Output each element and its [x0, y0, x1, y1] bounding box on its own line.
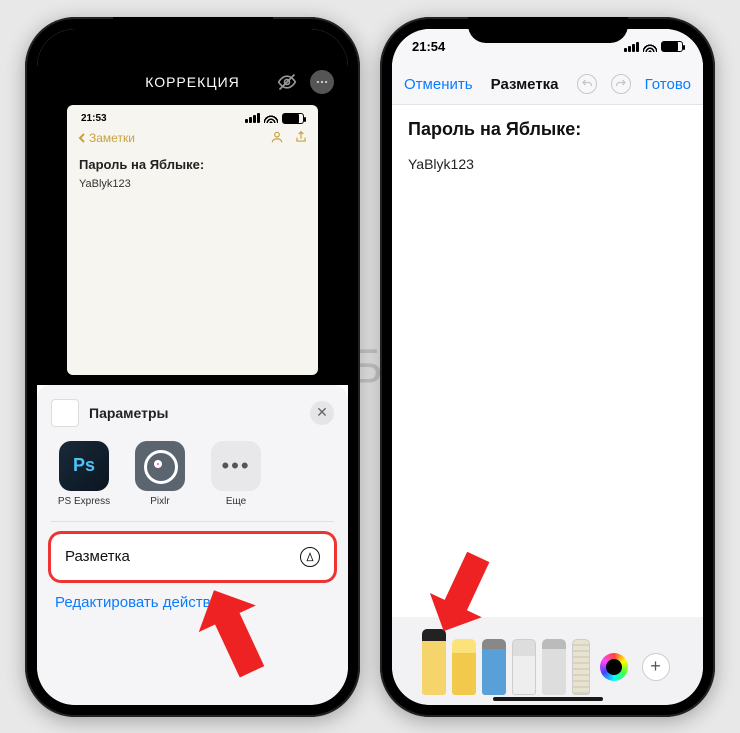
add-button[interactable]: +: [642, 653, 670, 681]
pen-tool[interactable]: [422, 629, 446, 695]
note-status-time: 21:53: [81, 113, 107, 124]
notch: [113, 17, 273, 43]
color-picker-button[interactable]: [600, 653, 628, 681]
redo-icon[interactable]: [611, 74, 631, 94]
markup-toolbar: +: [392, 617, 703, 705]
app-label: PS Express: [58, 496, 110, 507]
note-title: Пароль на Яблыке:: [79, 157, 306, 172]
home-indicator: [493, 697, 603, 701]
edit-header: КОРРЕКЦИЯ: [37, 65, 348, 99]
done-button[interactable]: Готово: [645, 76, 691, 93]
screen-left: КОРРЕКЦИЯ 21:53: [37, 29, 348, 705]
note-status-indicators: [245, 113, 304, 124]
eraser-tool[interactable]: [512, 639, 536, 695]
status-indicators: [324, 39, 328, 54]
pixlr-icon: [135, 441, 185, 491]
back-button[interactable]: Заметки: [77, 131, 135, 145]
more-icon[interactable]: [310, 70, 334, 94]
share-icon[interactable]: [294, 130, 308, 147]
markup-header: Отменить Разметка Готово: [392, 65, 703, 105]
note-body: YaBlyk123: [79, 178, 306, 190]
ruler-tool[interactable]: [572, 639, 590, 695]
page-title: КОРРЕКЦИЯ: [145, 74, 240, 90]
app-label: Pixlr: [150, 496, 169, 507]
note-preview: 21:53 Заметки: [67, 105, 318, 375]
status-time: [57, 39, 61, 54]
phone-left: КОРРЕКЦИЯ 21:53: [25, 17, 360, 717]
content-body: YaBlyk123: [408, 156, 687, 172]
sheet-title: Параметры: [89, 405, 300, 421]
people-icon[interactable]: [270, 130, 284, 147]
notch: [468, 17, 628, 43]
markup-canvas[interactable]: Пароль на Яблыке: YaBlyk123: [392, 105, 703, 651]
status-indicators: [624, 41, 683, 52]
close-icon[interactable]: ✕: [310, 401, 334, 425]
markup-icon: [300, 547, 320, 567]
undo-icon[interactable]: [577, 74, 597, 94]
markup-label: Разметка: [65, 548, 130, 565]
app-pixlr[interactable]: Pixlr: [131, 441, 189, 507]
lasso-tool[interactable]: [542, 639, 566, 695]
phone-right: 21:54 Отменить Разметка Готово Пароль н: [380, 17, 715, 717]
back-label: Заметки: [89, 131, 135, 145]
ps-express-icon: Ps: [59, 441, 109, 491]
screen-right: 21:54 Отменить Разметка Готово Пароль н: [392, 29, 703, 705]
screenshot-preview-area: 21:53 Заметки: [37, 99, 348, 385]
hide-icon[interactable]: [276, 71, 298, 93]
edit-actions-label: Редактировать действия…: [55, 594, 242, 611]
status-time: 21:54: [412, 39, 445, 54]
edit-actions-link[interactable]: Редактировать действия…: [51, 592, 334, 613]
action-list: Разметка Редактировать действия…: [51, 522, 334, 613]
content-title: Пароль на Яблыке:: [408, 119, 687, 140]
cancel-button[interactable]: Отменить: [404, 76, 473, 93]
more-apps-icon: •••: [211, 441, 261, 491]
marker-tool[interactable]: [452, 639, 476, 695]
app-more[interactable]: ••• Еще: [207, 441, 265, 507]
share-sheet: Параметры ✕ Ps PS Express Pixlr ••• Еще: [37, 385, 348, 705]
pencil-tool[interactable]: [482, 639, 506, 695]
sheet-thumbnail: [51, 399, 79, 427]
markup-action[interactable]: Разметка: [51, 534, 334, 580]
app-row: Ps PS Express Pixlr ••• Еще: [51, 441, 334, 522]
app-label: Еще: [226, 496, 246, 507]
page-title: Разметка: [491, 76, 559, 93]
app-ps-express[interactable]: Ps PS Express: [55, 441, 113, 507]
